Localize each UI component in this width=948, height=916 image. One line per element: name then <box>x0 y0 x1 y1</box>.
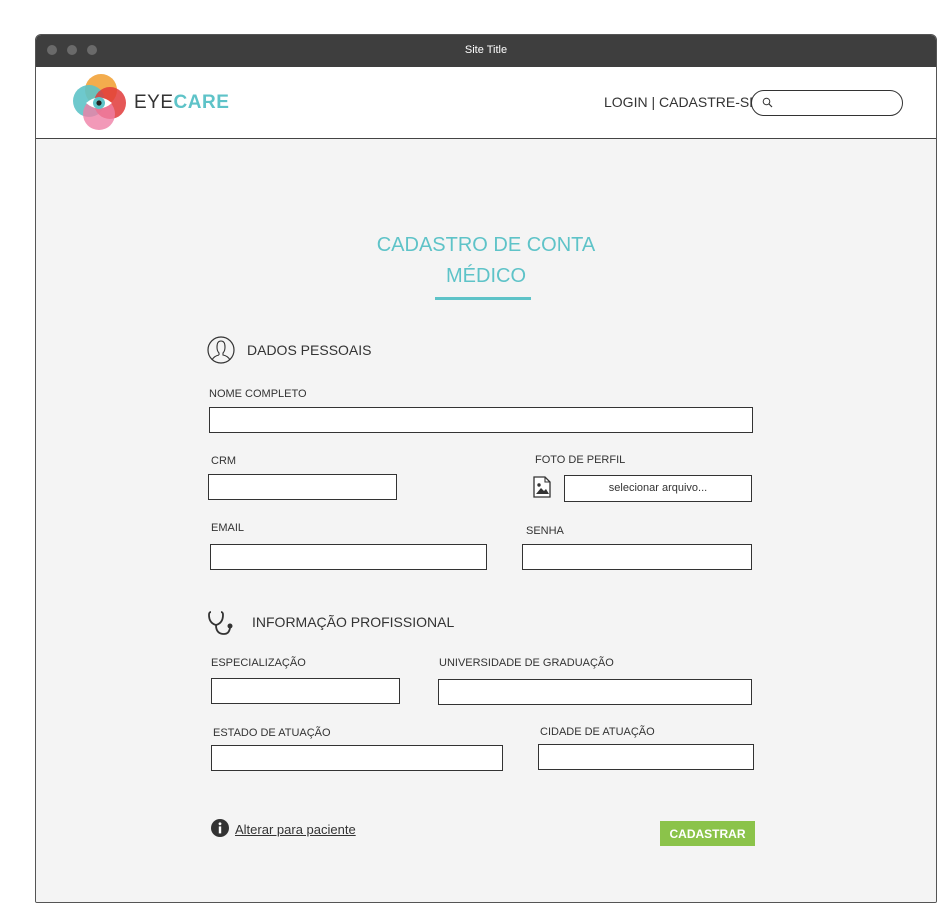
switch-to-patient-link[interactable]: Alterar para paciente <box>235 822 356 837</box>
register-link[interactable]: CADASTRE-SE <box>659 94 759 110</box>
university-input[interactable] <box>439 680 751 704</box>
city-label: CIDADE DE ATUAÇÃO <box>540 726 655 738</box>
city-input[interactable] <box>539 745 753 769</box>
window-title: Site Title <box>464 44 508 56</box>
crm-input[interactable] <box>209 475 396 499</box>
full-name-field[interactable] <box>209 407 753 433</box>
search-icon <box>762 97 773 108</box>
info-icon <box>211 819 229 837</box>
city-field[interactable] <box>538 744 754 770</box>
university-field[interactable] <box>438 679 752 705</box>
user-icon <box>207 336 235 364</box>
eyecare-logo-icon[interactable] <box>70 73 130 133</box>
specialization-input[interactable] <box>212 679 399 703</box>
brand-care-text: CARE <box>173 92 230 113</box>
select-file-button[interactable]: selecionar arquivo... <box>564 475 752 502</box>
login-link[interactable]: LOGIN <box>604 94 648 110</box>
nav-separator: | <box>647 94 659 110</box>
page-title: CADASTRO DE CONTA MÉDICO <box>36 230 936 292</box>
state-input[interactable] <box>212 746 502 770</box>
register-submit-button[interactable]: CADASTRAR <box>660 821 755 846</box>
profile-photo-label: FOTO DE PERFIL <box>535 454 626 466</box>
password-field[interactable] <box>522 544 752 570</box>
browser-window: Site Title EYECARE LOGIN | CADASTRE-SE C… <box>35 34 937 903</box>
specialization-label: ESPECIALIZAÇÃO <box>211 657 306 669</box>
search-box[interactable] <box>751 90 903 116</box>
professional-info-heading: INFORMAÇÃO PROFISSIONAL <box>252 614 455 630</box>
title-bar: Site Title <box>36 35 936 67</box>
page-title-line2: MÉDICO <box>446 265 526 287</box>
image-file-icon <box>533 476 551 498</box>
site-header: EYECARE LOGIN | CADASTRE-SE <box>36 67 936 139</box>
stethoscope-icon <box>208 611 233 635</box>
full-name-input[interactable] <box>210 408 752 432</box>
email-field[interactable] <box>210 544 487 570</box>
search-input[interactable] <box>776 94 895 112</box>
page-title-line1: CADASTRO DE CONTA <box>376 234 596 256</box>
full-name-label: NOME COMPLETO <box>209 388 307 400</box>
title-underline <box>435 297 531 300</box>
password-label: SENHA <box>526 525 564 537</box>
brand-eye-text: EYE <box>134 92 174 113</box>
personal-data-heading: DADOS PESSOAIS <box>247 342 372 358</box>
specialization-field[interactable] <box>211 678 400 704</box>
email-label: EMAIL <box>211 522 245 534</box>
state-label: ESTADO DE ATUAÇÃO <box>213 727 331 739</box>
crm-field[interactable] <box>208 474 397 500</box>
password-input[interactable] <box>523 545 751 569</box>
state-field[interactable] <box>211 745 503 771</box>
crm-label: CRM <box>211 455 237 467</box>
email-input[interactable] <box>211 545 486 569</box>
brand-name[interactable]: EYECARE <box>134 92 229 114</box>
auth-links: LOGIN | CADASTRE-SE <box>604 94 759 110</box>
university-label: UNIVERSIDADE DE GRADUAÇÃO <box>439 657 614 669</box>
main-content: CADASTRO DE CONTA MÉDICO DADOS PESSOAIS … <box>36 139 936 902</box>
